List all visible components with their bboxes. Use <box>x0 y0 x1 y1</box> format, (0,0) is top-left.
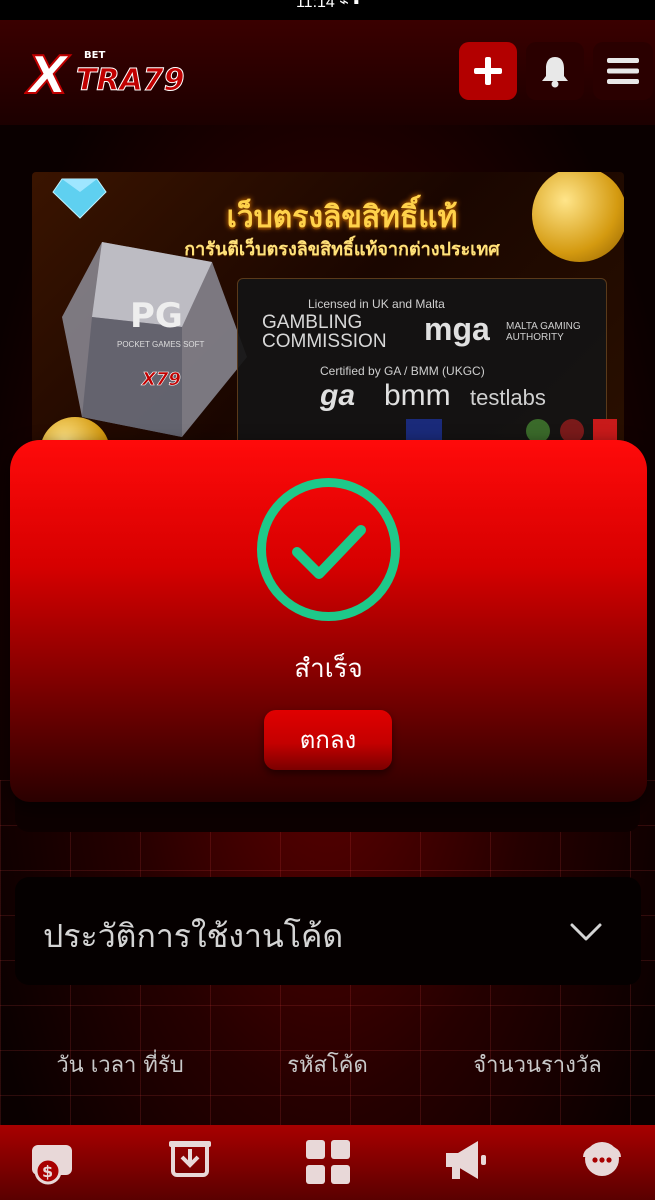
hamburger-menu-icon <box>607 58 639 84</box>
code-history-accordion[interactable]: ประวัติการใช้งานโค้ด <box>15 877 641 985</box>
xtra79-logo[interactable]: X TRA79 BET <box>24 38 199 104</box>
nav-deposit[interactable] <box>162 1137 218 1193</box>
success-modal: สำเร็จ ตกลง <box>10 440 647 802</box>
chat-support-icon <box>583 1142 621 1176</box>
nav-wallet[interactable]: $ <box>24 1137 80 1193</box>
status-bar: 11:14 ⌁ ▪ <box>0 0 655 20</box>
diamond-icon <box>52 178 107 219</box>
certification-panel: Licensed in UK and Malta GAMBLING COMMIS… <box>237 278 617 453</box>
bmm-text: bmm <box>384 379 451 412</box>
trophy-logo-mark: X79 <box>141 369 181 390</box>
menu-button[interactable] <box>593 42 653 100</box>
success-message: สำเร็จ <box>294 654 363 684</box>
wallet-dollar-icon: $ <box>32 1145 72 1185</box>
logo-bet: BET <box>84 50 105 61</box>
gambling-commission-text: GAMBLING COMMISSION <box>262 312 387 352</box>
column-header-date: วัน เวลา ที่รับ <box>56 1053 184 1078</box>
column-header-code: รหัสโค้ด <box>287 1053 368 1078</box>
pg-logo-text: PG <box>130 296 183 336</box>
nav-support[interactable] <box>574 1137 630 1193</box>
testlabs-text: testlabs <box>470 385 546 410</box>
mga-text: mga <box>424 311 490 347</box>
svg-text:$: $ <box>42 1162 53 1181</box>
megaphone-icon <box>446 1141 486 1179</box>
plus-icon <box>474 57 502 85</box>
mga-subtext: MALTA GAMING AUTHORITY <box>506 321 581 343</box>
gold-coin-decoration <box>532 172 624 262</box>
ga-text: ga <box>320 379 356 412</box>
pocket-games-text: POCKET GAMES SOFT <box>117 340 205 349</box>
certified-text: Certified by GA / BMM (UKGC) <box>320 364 485 378</box>
bottom-navigation: $ <box>0 1125 655 1200</box>
add-button[interactable] <box>459 42 517 100</box>
pg-crystal-trophy: PG POCKET GAMES SOFT X79 <box>62 242 247 437</box>
code-history-title: ประวัติการใช้งานโค้ด <box>43 917 344 955</box>
nav-promotions[interactable] <box>437 1137 493 1193</box>
grid-apps-icon <box>306 1140 350 1184</box>
chevron-down-icon[interactable] <box>569 915 603 949</box>
top-header: X TRA79 BET <box>0 20 655 125</box>
deposit-download-icon <box>169 1141 211 1177</box>
ok-button[interactable]: ตกลง <box>264 710 392 770</box>
logo-tra79: TRA79 <box>76 63 185 98</box>
license-banner[interactable]: เว็บตรงลิขสิทธิ์แท้ การันตีเว็บตรงลิขสิท… <box>32 172 624 462</box>
notification-button[interactable] <box>526 42 584 100</box>
check-circle-icon <box>257 478 400 621</box>
column-header-reward: จำนวนรางวัล <box>473 1053 602 1078</box>
licensed-text: Licensed in UK and Malta <box>308 297 445 311</box>
logo-x: X <box>25 46 71 104</box>
status-text: 11:14 ⌁ ▪ <box>295 0 360 11</box>
bell-icon <box>542 57 568 88</box>
nav-apps[interactable] <box>300 1137 356 1193</box>
